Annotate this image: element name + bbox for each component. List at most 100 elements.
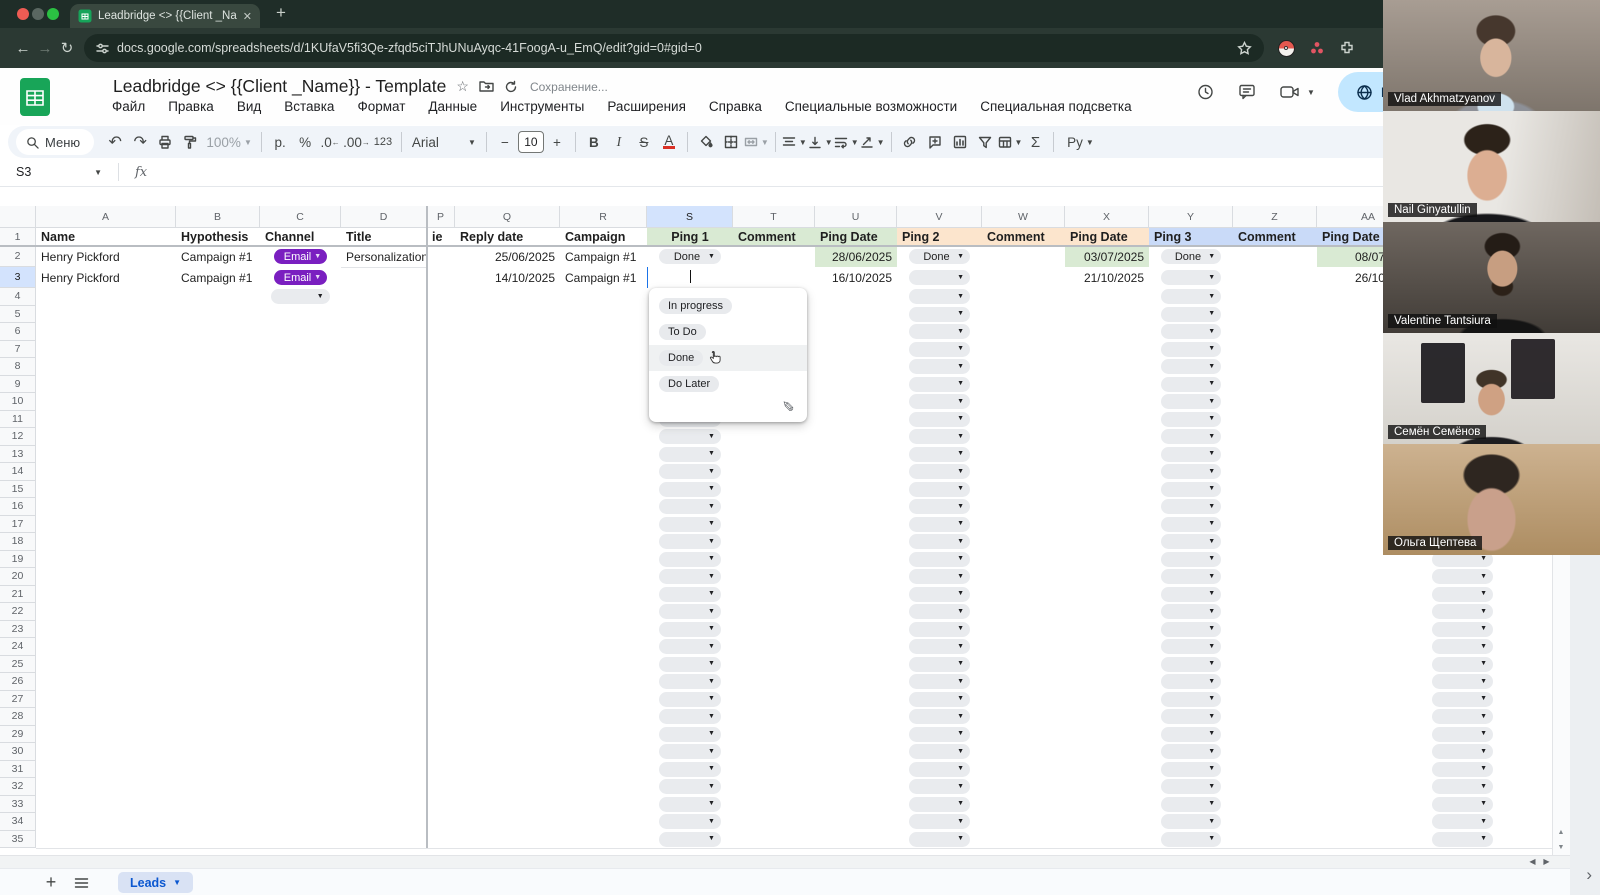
empty-status-chip[interactable]: ▼ (659, 814, 721, 830)
chip-dropdown-icon[interactable]: ▼ (957, 433, 964, 440)
cell[interactable]: ▼ (1149, 603, 1234, 622)
more-formats-button[interactable]: 123 (371, 130, 395, 154)
cell[interactable] (455, 795, 561, 814)
empty-status-chip[interactable]: ▼ (659, 586, 721, 602)
cell[interactable] (1233, 463, 1318, 482)
cell[interactable] (1233, 428, 1318, 447)
column-header-P[interactable]: P (427, 206, 455, 228)
chip-dropdown-icon[interactable]: ▼ (317, 293, 324, 300)
menu-правка[interactable]: Правка (166, 98, 216, 115)
cell[interactable] (1317, 585, 1421, 604)
cell[interactable] (1233, 288, 1318, 307)
chip-dropdown-icon[interactable]: ▼ (1480, 573, 1487, 580)
empty-status-chip[interactable]: ▼ (1160, 814, 1222, 830)
cell[interactable] (427, 725, 456, 744)
cell[interactable] (1065, 778, 1150, 797)
version-history-icon[interactable] (1195, 82, 1215, 102)
row-header-22[interactable]: 22 (0, 603, 36, 621)
video-tile-3[interactable]: Valentine Tantsiura (1383, 222, 1600, 333)
column-header-R[interactable]: R (560, 206, 647, 228)
new-tab-button[interactable]: + (276, 3, 286, 23)
text-rotation-button[interactable]: ▼ (860, 130, 885, 154)
chip-dropdown-icon[interactable]: ▼ (1480, 713, 1487, 720)
cell[interactable] (560, 393, 648, 412)
font-select[interactable]: Arial ▼ (408, 130, 480, 154)
meet-camera-button[interactable]: ▼ (1279, 83, 1315, 101)
cell[interactable] (1505, 620, 1553, 639)
cell[interactable] (1065, 445, 1150, 464)
chip-dropdown-icon[interactable]: ▼ (1208, 818, 1215, 825)
cell[interactable] (260, 603, 342, 622)
chip-dropdown-icon[interactable]: ▼ (1208, 415, 1215, 422)
empty-status-chip[interactable]: ▼ (1160, 691, 1222, 707)
row-header-21[interactable]: 21 (0, 585, 36, 603)
chip-dropdown-icon[interactable]: ▼ (957, 345, 964, 352)
empty-status-chip[interactable]: ▼ (659, 726, 721, 742)
cell[interactable] (176, 620, 261, 639)
row-header-29[interactable]: 29 (0, 725, 36, 743)
cell[interactable]: Ping Date (1065, 228, 1150, 247)
cell[interactable] (815, 778, 898, 797)
chip-dropdown-icon[interactable]: ▼ (708, 730, 715, 737)
cell[interactable] (1065, 340, 1150, 359)
cell[interactable] (1505, 673, 1553, 692)
cell[interactable] (1065, 655, 1150, 674)
cell[interactable] (1317, 743, 1421, 762)
cell[interactable] (176, 585, 261, 604)
cell[interactable] (341, 725, 428, 744)
cell[interactable] (341, 288, 428, 307)
status-chip[interactable]: Done ▼ (659, 249, 721, 264)
chip-dropdown-icon[interactable]: ▼ (1208, 345, 1215, 352)
cell[interactable]: Title (341, 228, 428, 247)
empty-status-chip[interactable]: ▼ (1160, 569, 1222, 585)
empty-status-chip[interactable]: ▼ (1160, 761, 1222, 777)
status-chip[interactable]: Email ▼ (273, 249, 328, 264)
cell[interactable]: ▼ (647, 428, 734, 447)
increase-font-size-button[interactable]: + (545, 130, 569, 154)
cell[interactable] (427, 743, 456, 762)
cell[interactable] (1065, 620, 1150, 639)
cell[interactable]: ▼ (647, 830, 734, 849)
cell[interactable]: ▼ (897, 778, 983, 797)
chip-dropdown-icon[interactable]: ▼ (957, 310, 964, 317)
row-header-11[interactable]: 11 (0, 410, 36, 428)
row-header-30[interactable]: 30 (0, 743, 36, 761)
browser-tab[interactable]: Leadbridge <> {{Client _Nam ✕ (70, 4, 260, 28)
empty-status-chip[interactable]: ▼ (908, 499, 971, 515)
cell[interactable] (427, 358, 456, 377)
cell[interactable] (560, 480, 648, 499)
cell[interactable] (341, 428, 428, 447)
status-chip[interactable]: Email ▼ (273, 270, 328, 285)
cell[interactable] (455, 568, 561, 587)
collapse-panel-chevron-icon[interactable]: › (1586, 865, 1592, 885)
chip-dropdown-icon[interactable]: ▼ (708, 450, 715, 457)
chip-dropdown-icon[interactable]: ▼ (1208, 590, 1215, 597)
cell[interactable] (815, 830, 898, 849)
cell[interactable] (427, 267, 456, 289)
cell[interactable] (815, 533, 898, 552)
cell[interactable]: ▼ (1149, 813, 1234, 832)
cell[interactable] (455, 515, 561, 534)
cell[interactable] (427, 246, 456, 268)
cell[interactable]: ▼ (647, 550, 734, 569)
cell[interactable] (260, 655, 342, 674)
cell[interactable] (36, 585, 177, 604)
chip-dropdown-icon[interactable]: ▼ (1208, 660, 1215, 667)
cell[interactable] (733, 246, 816, 268)
cell[interactable] (1233, 267, 1318, 289)
empty-status-chip[interactable]: ▼ (1160, 779, 1222, 795)
cell[interactable]: Campaign #1 (176, 246, 261, 268)
cell[interactable] (1065, 760, 1150, 779)
empty-status-chip[interactable]: ▼ (1160, 341, 1222, 357)
chip-dropdown-icon[interactable]: ▼ (957, 274, 964, 281)
row-header-18[interactable]: 18 (0, 533, 36, 551)
cell[interactable] (733, 655, 816, 674)
cell[interactable]: ▼ (897, 760, 983, 779)
cell[interactable] (560, 375, 648, 394)
chip-dropdown-icon[interactable]: ▼ (1208, 555, 1215, 562)
window-minimize-button[interactable] (32, 8, 44, 20)
cell[interactable]: ▼ (1420, 708, 1506, 727)
cell[interactable] (341, 463, 428, 482)
cell[interactable]: ▼ (1420, 813, 1506, 832)
cell[interactable] (815, 358, 898, 377)
